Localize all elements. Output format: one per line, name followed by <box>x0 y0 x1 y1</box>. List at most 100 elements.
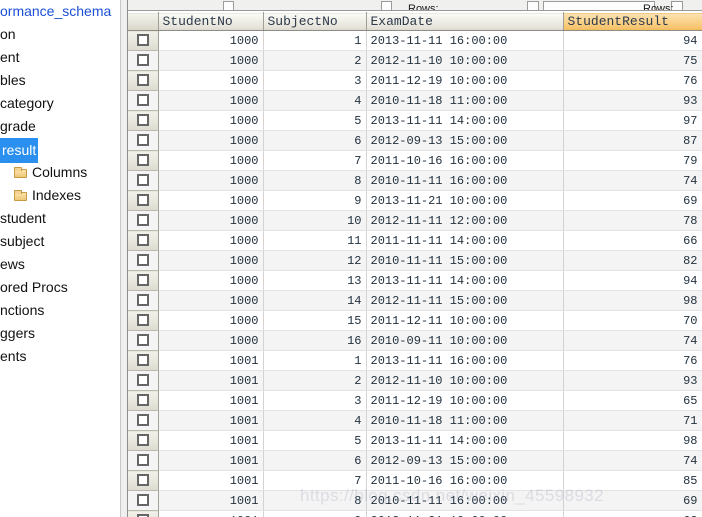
table-row[interactable]: 1001 3 2011-12-19 10:00:00 65 <box>128 390 702 411</box>
table-row[interactable]: 1000 6 2012-09-13 15:00:00 87 <box>128 130 702 151</box>
toolbar-widget-3[interactable] <box>527 1 539 10</box>
cell-studentresult[interactable]: 69 <box>563 490 702 511</box>
checkbox-icon[interactable] <box>136 254 149 267</box>
cell-subjectno[interactable]: 8 <box>263 490 367 511</box>
column-header-studentno[interactable]: StudentNo <box>158 12 264 31</box>
row-select-cell[interactable] <box>128 30 159 51</box>
cell-examdate[interactable]: 2013-11-11 14:00:00 <box>366 270 564 291</box>
table-row[interactable]: 1001 6 2012-09-13 15:00:00 74 <box>128 450 702 471</box>
cell-examdate[interactable]: 2010-11-18 11:00:00 <box>366 410 564 431</box>
cell-subjectno[interactable]: 11 <box>263 230 367 251</box>
checkbox-icon[interactable] <box>136 354 149 367</box>
row-select-cell[interactable] <box>128 350 159 371</box>
cell-examdate[interactable]: 2011-12-19 10:00:00 <box>366 70 564 91</box>
tree-item-result[interactable]: result <box>0 138 120 163</box>
cell-examdate[interactable]: 2010-11-18 11:00:00 <box>366 90 564 111</box>
tree-item-ormance-schema[interactable]: ormance_schema <box>0 0 120 23</box>
cell-studentresult[interactable]: 79 <box>563 150 702 171</box>
table-row[interactable]: 1000 4 2010-11-18 11:00:00 93 <box>128 90 702 111</box>
tree-item-ored-procs[interactable]: ored Procs <box>0 276 120 299</box>
cell-studentresult[interactable]: 78 <box>563 210 702 231</box>
cell-examdate[interactable]: 2012-11-11 15:00:00 <box>366 290 564 311</box>
cell-studentno[interactable]: 1001 <box>158 490 264 511</box>
tree-item-bles[interactable]: bles <box>0 69 120 92</box>
tree-item-ews[interactable]: ews <box>0 253 120 276</box>
cell-subjectno[interactable]: 6 <box>263 130 367 151</box>
row-select-cell[interactable] <box>128 70 159 91</box>
table-row[interactable]: 1000 7 2011-10-16 16:00:00 79 <box>128 150 702 171</box>
cell-studentno[interactable]: 1000 <box>158 230 264 251</box>
checkbox-icon[interactable] <box>136 274 149 287</box>
cell-subjectno[interactable]: 13 <box>263 270 367 291</box>
table-row[interactable]: 1001 4 2010-11-18 11:00:00 71 <box>128 410 702 431</box>
cell-studentno[interactable]: 1001 <box>158 370 264 391</box>
cell-studentno[interactable]: 1000 <box>158 270 264 291</box>
cell-subjectno[interactable]: 7 <box>263 470 367 491</box>
cell-studentresult[interactable]: 74 <box>563 450 702 471</box>
table-row[interactable]: 1001 5 2013-11-11 14:00:00 98 <box>128 430 702 451</box>
checkbox-icon[interactable] <box>136 414 149 427</box>
cell-subjectno[interactable]: 3 <box>263 390 367 411</box>
cell-studentresult[interactable]: 94 <box>563 30 702 51</box>
tree-item-student[interactable]: student <box>0 207 120 230</box>
cell-subjectno[interactable]: 1 <box>263 350 367 371</box>
cell-subjectno[interactable]: 7 <box>263 150 367 171</box>
row-select-cell[interactable] <box>128 190 159 211</box>
cell-studentresult[interactable]: 65 <box>563 390 702 411</box>
table-row[interactable]: 1000 10 2012-11-11 12:00:00 78 <box>128 210 702 231</box>
cell-examdate[interactable]: 2012-11-11 12:00:00 <box>366 210 564 231</box>
column-header-subjectno[interactable]: SubjectNo <box>263 12 367 31</box>
cell-subjectno[interactable]: 8 <box>263 170 367 191</box>
checkbox-icon[interactable] <box>136 454 149 467</box>
cell-subjectno[interactable]: 5 <box>263 430 367 451</box>
cell-examdate[interactable]: 2013-11-11 16:00:00 <box>366 350 564 371</box>
cell-studentresult[interactable]: 93 <box>563 370 702 391</box>
panel-divider[interactable] <box>120 0 128 517</box>
cell-studentresult[interactable]: 76 <box>563 350 702 371</box>
cell-studentresult[interactable]: 69 <box>563 190 702 211</box>
checkbox-icon[interactable] <box>136 214 149 227</box>
column-header-examdate[interactable]: ExamDate <box>366 12 564 31</box>
checkbox-icon[interactable] <box>136 434 149 447</box>
checkbox-icon[interactable] <box>136 474 149 487</box>
table-row[interactable]: 1000 5 2013-11-11 14:00:00 97 <box>128 110 702 131</box>
cell-studentno[interactable]: 1000 <box>158 50 264 71</box>
table-row[interactable]: 100192013-11-21 10:00:0063 <box>128 510 702 517</box>
cell-studentno[interactable]: 1000 <box>158 30 264 51</box>
tree-item-subject[interactable]: subject <box>0 230 120 253</box>
cell-studentresult[interactable]: 93 <box>563 90 702 111</box>
row-select-cell[interactable] <box>128 130 159 151</box>
cell-studentno[interactable]: 1001 <box>158 430 264 451</box>
cell-studentresult[interactable]: 75 <box>563 50 702 71</box>
row-select-cell[interactable] <box>128 50 159 71</box>
cell-subjectno[interactable]: 12 <box>263 250 367 271</box>
cell-examdate[interactable]: 2011-10-16 16:00:00 <box>366 470 564 491</box>
toolbar-widget-1[interactable] <box>223 1 234 10</box>
cell-studentno[interactable]: 1001 <box>158 390 264 411</box>
cell-studentno[interactable]: 1001 <box>158 510 264 517</box>
row-select-cell[interactable] <box>128 430 159 451</box>
row-select-cell[interactable] <box>128 510 159 517</box>
cell-examdate[interactable]: 2010-11-11 16:00:00 <box>366 490 564 511</box>
cell-examdate[interactable]: 2010-11-11 15:00:00 <box>366 250 564 271</box>
row-select-cell[interactable] <box>128 170 159 191</box>
cell-studentresult[interactable]: 71 <box>563 410 702 431</box>
cell-studentno[interactable]: 1001 <box>158 410 264 431</box>
cell-studentresult[interactable]: 76 <box>563 70 702 91</box>
cell-studentno[interactable]: 1001 <box>158 450 264 471</box>
cell-studentresult[interactable]: 74 <box>563 330 702 351</box>
cell-studentresult[interactable]: 70 <box>563 310 702 331</box>
cell-subjectno[interactable]: 2 <box>263 370 367 391</box>
table-row[interactable]: 1000 14 2012-11-11 15:00:00 98 <box>128 290 702 311</box>
cell-subjectno[interactable]: 3 <box>263 70 367 91</box>
cell-examdate[interactable]: 2013-11-11 14:00:00 <box>366 110 564 131</box>
checkbox-icon[interactable] <box>136 34 149 47</box>
row-select-cell[interactable] <box>128 90 159 111</box>
row-select-cell[interactable] <box>128 230 159 251</box>
cell-examdate[interactable]: 2013-11-21 10:00:00 <box>366 510 564 517</box>
table-row[interactable]: 1000 9 2013-11-21 10:00:00 69 <box>128 190 702 211</box>
cell-studentno[interactable]: 1000 <box>158 330 264 351</box>
cell-studentno[interactable]: 1001 <box>158 350 264 371</box>
cell-examdate[interactable]: 2012-11-10 10:00:00 <box>366 370 564 391</box>
cell-examdate[interactable]: 2013-11-11 16:00:00 <box>366 30 564 51</box>
